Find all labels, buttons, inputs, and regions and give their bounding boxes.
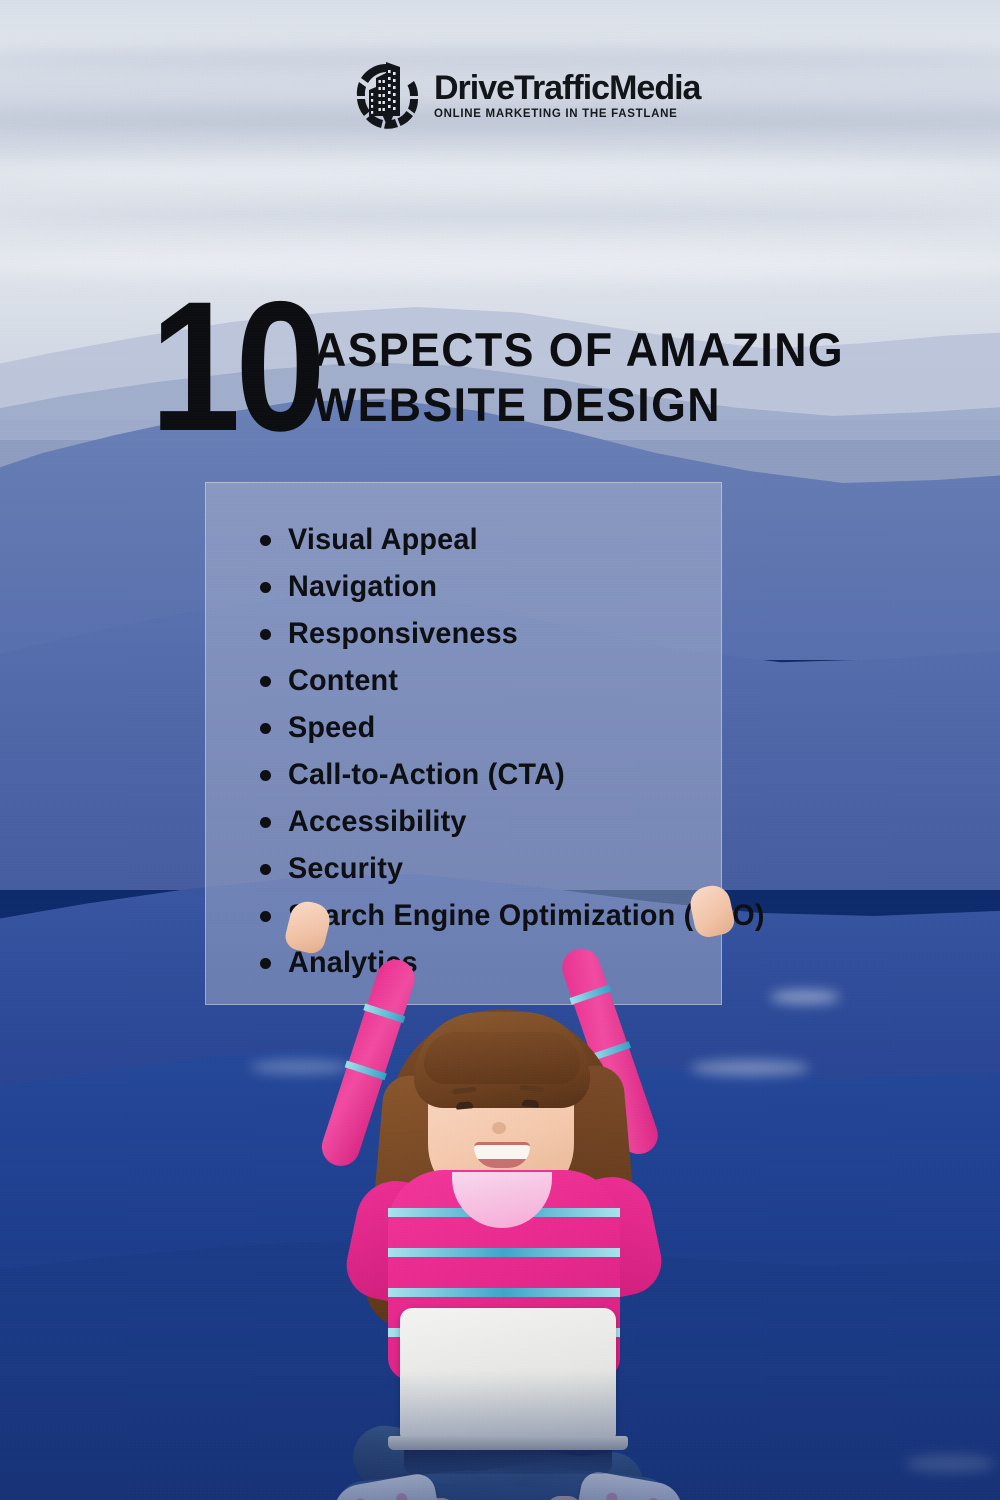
laptop: [400, 1308, 616, 1438]
brand-logo[interactable]: DriveTrafficMedia ONLINE MARKETING IN TH…: [352, 58, 701, 132]
list-item-label: Call-to-Action (CTA): [288, 757, 565, 791]
bullet-icon: [260, 675, 271, 687]
list-item: Speed: [248, 704, 718, 751]
list-item: Content: [248, 657, 718, 704]
headline-line-1: Aspects of Amazing: [314, 323, 845, 376]
smiling-mouth: [474, 1142, 530, 1168]
cloud-band: [0, 206, 1000, 226]
list-item-label: Navigation: [288, 569, 438, 603]
eye-right: [521, 1099, 540, 1108]
nose: [492, 1122, 506, 1134]
headline-number: 10: [150, 264, 326, 470]
list-item: Navigation: [248, 563, 718, 610]
city-skyline-circle-icon: [356, 62, 419, 129]
list-item: Visual Appeal: [248, 516, 718, 563]
laptop-shadow: [404, 1448, 612, 1474]
hair-fringe: [424, 1032, 580, 1084]
bullet-icon: [260, 534, 271, 546]
cloud-band: [0, 158, 1000, 188]
list-item-label: Accessibility: [288, 804, 467, 838]
list-item-label: Speed: [288, 710, 376, 744]
list-item-label: Visual Appeal: [288, 522, 478, 556]
bullet-icon: [260, 769, 271, 781]
infographic-poster: DriveTrafficMedia ONLINE MARKETING IN TH…: [0, 0, 1000, 1500]
list-item: Responsiveness: [248, 610, 718, 657]
bullet-icon: [260, 722, 271, 734]
eye-left: [455, 1101, 474, 1110]
brand-tagline: ONLINE MARKETING IN THE FASTLANE: [434, 107, 678, 120]
laptop-base: [388, 1436, 628, 1450]
headline-text: Aspects of Amazing Website Design: [314, 322, 845, 432]
brand-name: DriveTrafficMedia: [434, 68, 701, 107]
list-item-label: Responsiveness: [288, 616, 518, 650]
list-item-label: Content: [288, 663, 399, 697]
bullet-icon: [260, 863, 271, 875]
list-item: Accessibility: [248, 798, 718, 845]
bullet-icon: [260, 628, 271, 640]
headline-line-2: Website Design: [314, 378, 721, 431]
raised-hand-left: [282, 897, 334, 957]
sweater-stripe: [388, 1288, 620, 1297]
bullet-icon: [260, 816, 271, 828]
bullet-icon: [260, 581, 271, 593]
sweater-stripe: [388, 1248, 620, 1257]
woman-with-laptop-photo: [0, 880, 1000, 1500]
brand-wordmark: DriveTrafficMedia ONLINE MARKETING IN TH…: [434, 68, 701, 120]
raised-hand-right: [687, 882, 737, 940]
list-item: Call-to-Action (CTA): [248, 751, 718, 798]
